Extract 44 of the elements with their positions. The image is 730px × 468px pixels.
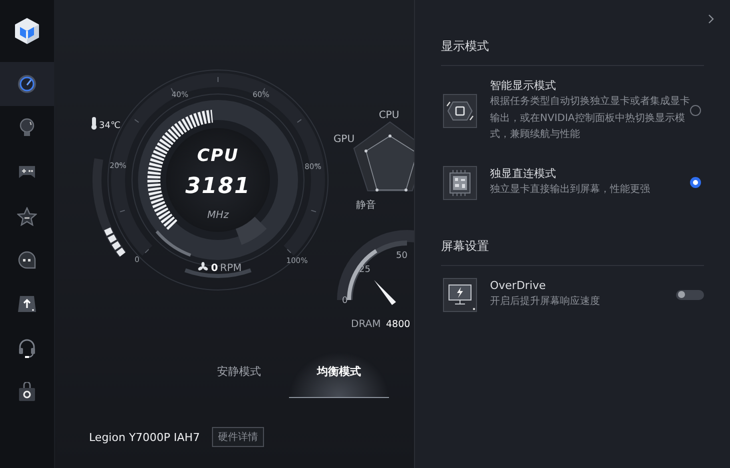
section-title: 屏幕设置 (441, 238, 490, 254)
dram-frequency-value: 4800 (386, 319, 410, 330)
gauge-title: CPU (197, 146, 239, 166)
fan-icon (198, 262, 208, 270)
hardware-details-button[interactable]: 硬件详情 (212, 427, 264, 447)
cpu-frequency-value: 3181 (185, 174, 251, 199)
radar-axis-label: GPU (333, 134, 355, 145)
display-mode-icon (443, 94, 477, 128)
gauge-icon (17, 74, 37, 94)
mode-tab[interactable]: 均衡模式 (289, 352, 389, 398)
radar-axis-label: CPU (378, 110, 400, 121)
chevron-right-icon[interactable] (708, 14, 714, 24)
toggle-switch[interactable] (676, 290, 704, 300)
option-title: 独显直连模式 (490, 166, 557, 182)
thermometer-icon (91, 117, 97, 130)
device-name: Legion Y7000P IAH7 (89, 430, 200, 444)
radar-axis-label: 静音 (356, 200, 376, 211)
fan-speed-unit: RPM (220, 263, 242, 274)
fan-speed-value: 0 (211, 263, 218, 274)
gamepad-icon (17, 164, 37, 180)
option-title: 智能显示模式 (490, 78, 557, 94)
option-description: 独立显卡直接输出到屏幕，性能更强 (490, 182, 651, 198)
dram-tick-label: 50 (396, 251, 408, 261)
monitor-icon (443, 278, 477, 312)
sidebar-item[interactable] (0, 62, 54, 106)
temperature-reading: 34℃ (99, 121, 121, 131)
chat-icon (18, 251, 36, 269)
lightbulb-icon (19, 118, 35, 138)
mode-tab[interactable]: 安静模式 (189, 352, 289, 398)
chip-icon (443, 166, 477, 200)
upload-tray-icon (17, 295, 37, 313)
dram-label: DRAM (351, 319, 381, 330)
radio-button[interactable] (690, 177, 701, 188)
shopping-bag-icon (18, 382, 36, 402)
cube-logo-icon (14, 17, 40, 45)
headset-icon (18, 338, 36, 358)
star-icon (17, 206, 37, 226)
section-title: 显示模式 (441, 38, 490, 55)
radio-button[interactable] (690, 105, 701, 116)
option-description: 根据任务类型自动切换独立显卡或者集成显卡输出，或在NVIDIA控制面板中热切换显示模式，兼顾续航与性能 (490, 94, 690, 142)
frequency-unit: MHz (207, 210, 229, 221)
setting-description: 开启后提升屏幕响应速度 (490, 294, 601, 310)
dram-tick-label: 0 (342, 296, 348, 306)
setting-title: OverDrive (490, 278, 547, 294)
